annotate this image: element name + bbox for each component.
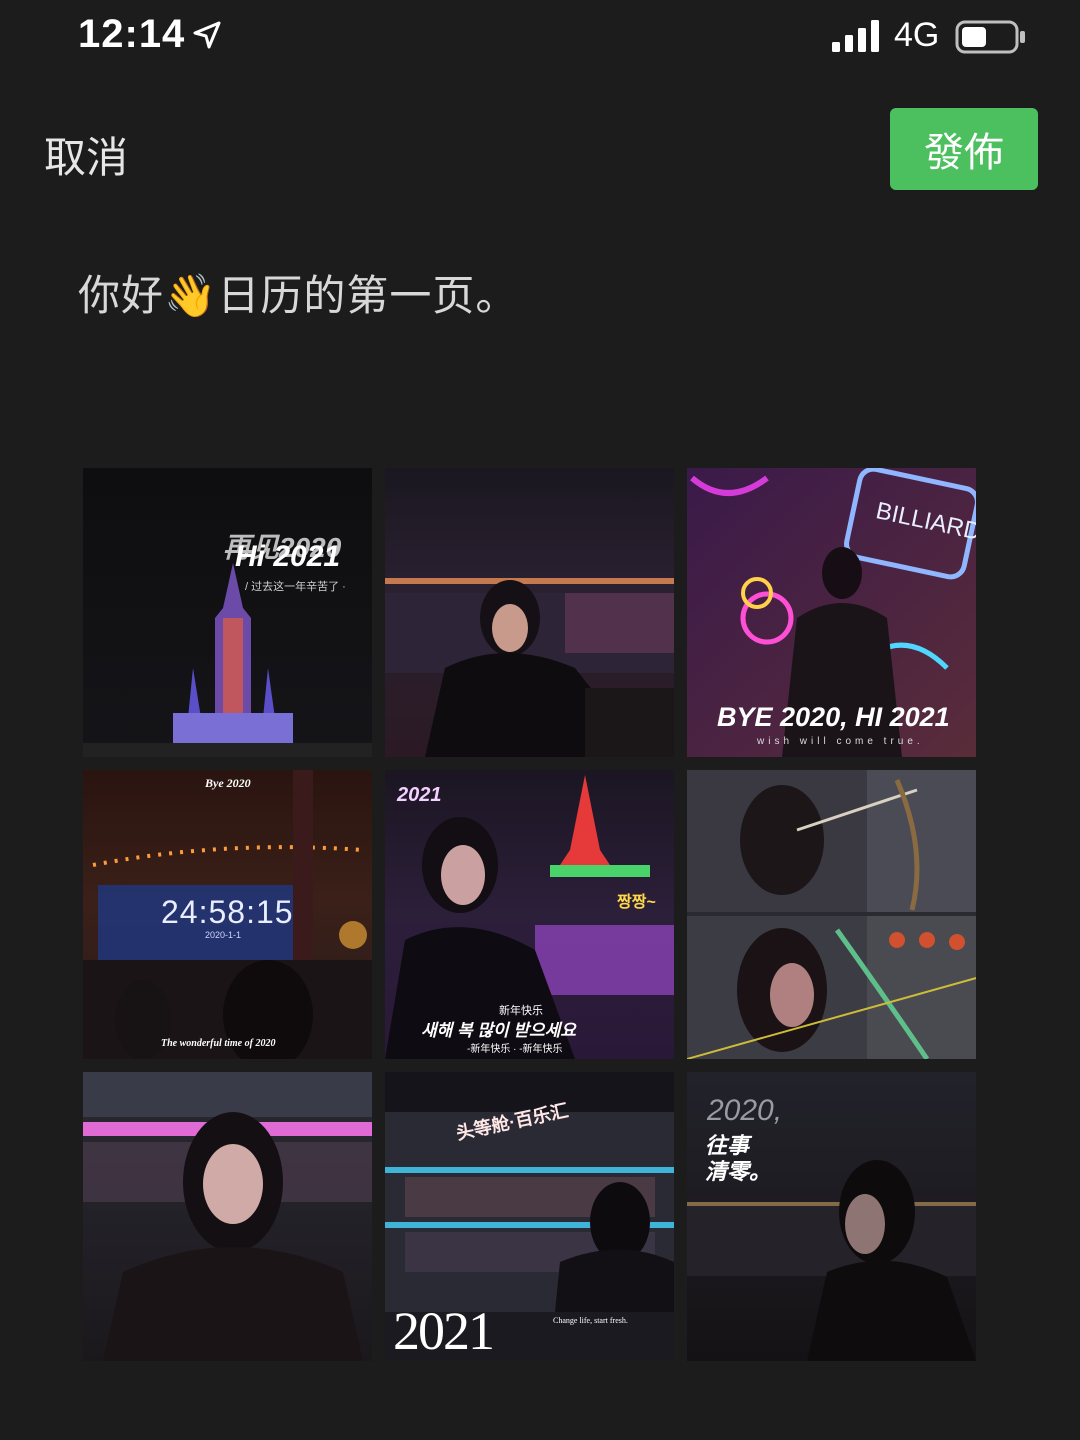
photo-grid: 再见2020 Hi 2021 / 过去这一年辛苦了 · BILLIARD BYE… xyxy=(83,468,976,1361)
archery-image xyxy=(687,770,976,1059)
photo-new-year-korean[interactable]: 2021 짱짱~ 新年快乐 새해 복 많이 받으세요 -新年快乐 · -新年快乐 xyxy=(385,770,674,1059)
countdown-clock-digits: 24:58:15 xyxy=(161,894,294,930)
photo5-sticker: 짱짱~ xyxy=(617,894,656,911)
photo4-overlay-sub: The wonderful time of 2020 xyxy=(161,1038,276,1049)
post-text-start: 你好 xyxy=(78,271,165,320)
photo-restaurant-boat-2021[interactable]: 头等舱·百乐汇 2021 Change life, start fresh. xyxy=(385,1072,674,1361)
fur-coat-portrait-image xyxy=(83,1072,372,1361)
photo-fur-coat-portrait[interactable] xyxy=(83,1072,372,1361)
status-bar: 12:14 4G xyxy=(0,0,1080,80)
photo5-overlay-sub: -新年快乐 · -新年快乐 xyxy=(467,1044,563,1055)
photo-hi-2021-castle[interactable]: 再见2020 Hi 2021 / 过去这一年辛苦了 · xyxy=(83,468,372,757)
publish-button[interactable]: 發佈 xyxy=(890,108,1038,190)
cancel-button[interactable]: 取消 xyxy=(44,124,128,185)
battery-icon xyxy=(955,20,1025,54)
photo1-overlay-main: Hi 2021 xyxy=(235,540,341,573)
photo-2020-reset[interactable]: 2020, 往事 清零。 xyxy=(687,1072,976,1361)
photo8-overlay-sub: Change life, start fresh. xyxy=(553,1316,628,1325)
photo5-overlay-main: 새해 복 많이 받으세요 xyxy=(421,1021,576,1040)
photo4-overlay-top: Bye 2020 xyxy=(205,776,251,790)
castle-night-image xyxy=(83,468,372,757)
photo-riverside-night[interactable] xyxy=(385,468,674,757)
photo3-overlay-sub: wish will come true. xyxy=(757,736,924,747)
riverside-night-image xyxy=(385,468,674,757)
photo8-overlay-main: 2021 xyxy=(393,1301,495,1361)
photo9-overlay-sub: 清零。 xyxy=(705,1159,772,1184)
signal-bars-icon xyxy=(832,20,879,52)
photo3-overlay-main: BYE 2020, HI 2021 xyxy=(717,702,950,732)
location-arrow-icon xyxy=(193,21,221,49)
photo-countdown-clock[interactable]: Bye 2020 24:58:15 2020-1-1 The wonderful… xyxy=(83,770,372,1059)
photo1-overlay-sub: / 过去这一年辛苦了 · xyxy=(245,581,346,593)
photo5-overlay-top: 2021 xyxy=(397,784,442,806)
compose-moment-screen: 12:14 4G 取消 發佈 你好👋日历的第一页。 再见2020 Hi 2021… xyxy=(0,0,1080,1440)
post-text-end: 日历的第一页。 xyxy=(217,271,519,320)
waving-hand-icon: 👋 xyxy=(164,271,218,320)
photo-billiard-neon[interactable]: BILLIARD BYE 2020, HI 2021 wish will com… xyxy=(687,468,976,757)
photo9-overlay-top: 2020, xyxy=(707,1094,783,1127)
status-time: 12:14 xyxy=(78,12,186,56)
post-text-field[interactable]: 你好👋日历的第一页。 xyxy=(78,262,518,323)
network-type: 4G xyxy=(894,16,940,54)
photo-archery[interactable] xyxy=(687,770,976,1059)
countdown-clock-date: 2020-1-1 xyxy=(205,930,242,940)
